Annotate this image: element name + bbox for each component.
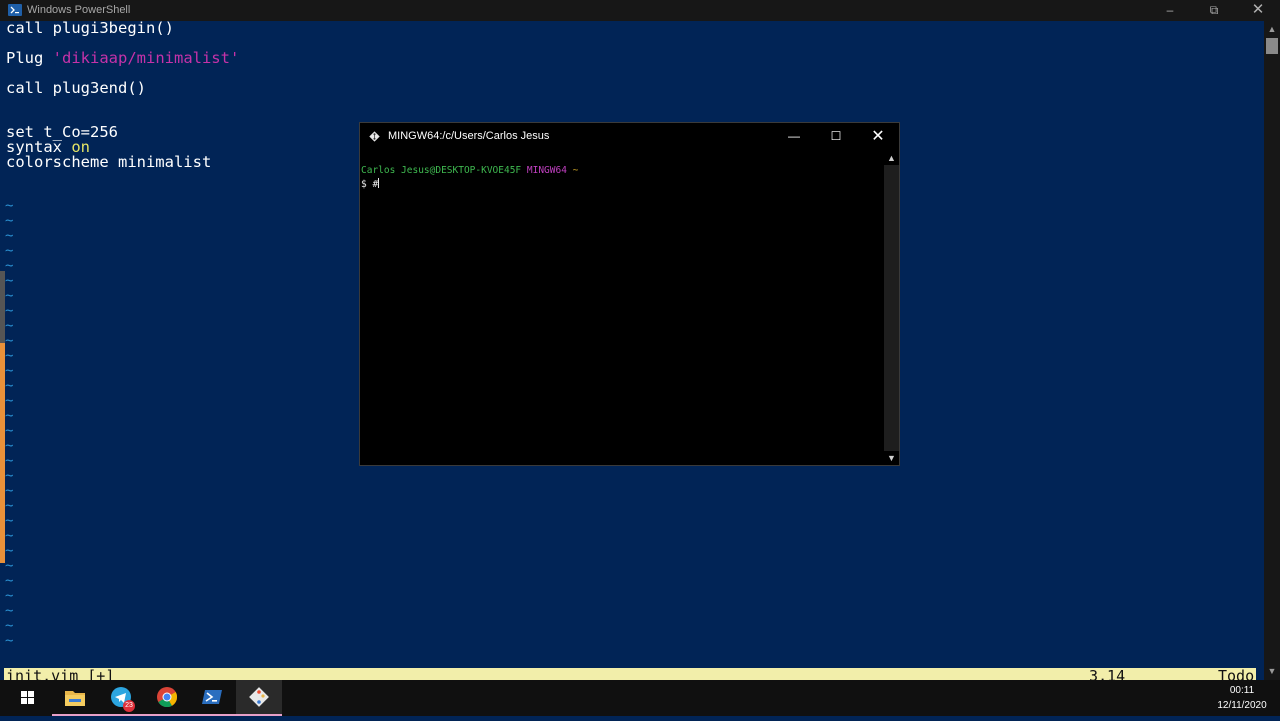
git-icon — [369, 131, 380, 142]
minimize-button[interactable]: — — [773, 123, 815, 151]
tilde-marker: ~ — [5, 468, 14, 484]
tilde-marker: ~ — [5, 363, 14, 379]
status-scroll-position: Todo — [1218, 667, 1255, 681]
prompt-system: MINGW64 — [526, 165, 567, 176]
tilde-marker: ~ — [5, 543, 14, 559]
restore-button[interactable]: ⧉ — [1192, 0, 1236, 21]
command-input[interactable]: $ # — [361, 178, 380, 191]
tilde-marker: ~ — [5, 633, 14, 649]
clock-time: 00:11 — [1229, 685, 1255, 696]
vim-statusline: init.vim [+] 3,14 Todo — [4, 668, 1256, 680]
tilde-marker: ~ — [5, 423, 14, 439]
start-button[interactable] — [4, 680, 50, 716]
tilde-marker: ~ — [5, 303, 14, 319]
tilde-marker: ~ — [5, 498, 14, 514]
text-cursor — [378, 178, 380, 188]
notification-badge: 23 — [123, 700, 135, 712]
tilde-marker: ~ — [5, 618, 14, 634]
code-line-6: colorscheme minimalist — [6, 153, 212, 171]
taskbar-file-explorer[interactable] — [52, 680, 98, 716]
taskbar-git-bash[interactable] — [236, 680, 282, 716]
mingw-window[interactable]: MINGW64:/c/Users/Carlos Jesus — ☐ ✕ Carl… — [359, 122, 900, 466]
scroll-up-arrow-icon[interactable]: ▲ — [884, 151, 899, 165]
clock-date: 12/11/2020 — [1217, 700, 1267, 711]
folder-icon — [65, 691, 85, 706]
tilde-marker: ~ — [5, 513, 14, 529]
bash-prompt: Carlos Jesus@DESKTOP-KVOE45F MINGW64 ~ — [361, 164, 578, 177]
telegram-icon — [111, 687, 131, 707]
tilde-marker: ~ — [5, 333, 14, 349]
status-cursor-position: 3,14 — [1089, 667, 1126, 681]
tilde-marker: ~ — [5, 603, 14, 619]
tilde-marker: ~ — [5, 288, 14, 304]
tilde-marker: ~ — [5, 378, 14, 394]
mingw-scrollbar[interactable]: ▲ ▼ — [884, 151, 899, 465]
prompt-path: ~ — [572, 165, 579, 176]
taskbar-telegram[interactable]: 23 — [98, 680, 144, 716]
code-line-3: call plug3end() — [6, 79, 146, 97]
status-filename: init.vim [+] — [6, 667, 115, 681]
mingw-title: MINGW64:/c/Users/Carlos Jesus — [388, 130, 550, 142]
tilde-marker: ~ — [5, 243, 14, 259]
tilde-marker: ~ — [5, 393, 14, 409]
tilde-marker: ~ — [5, 573, 14, 589]
tilde-marker: ~ — [5, 213, 14, 229]
mingw-titlebar[interactable]: MINGW64:/c/Users/Carlos Jesus — ☐ ✕ — [360, 123, 899, 151]
git-icon — [249, 687, 269, 707]
prompt-user-host: Carlos Jesus@DESKTOP-KVOE45F — [361, 165, 522, 176]
code-plug-keyword: Plug — [6, 49, 53, 67]
tilde-marker: ~ — [5, 483, 14, 499]
close-button[interactable]: ✕ — [1236, 0, 1280, 21]
tilde-marker: ~ — [5, 348, 14, 364]
mingw-terminal[interactable]: Carlos Jesus@DESKTOP-KVOE45F MINGW64 ~ $… — [360, 151, 884, 465]
scroll-up-arrow-icon[interactable]: ▲ — [1264, 21, 1280, 37]
tilde-marker: ~ — [5, 228, 14, 244]
maximize-button[interactable]: ☐ — [815, 123, 857, 151]
tilde-marker: ~ — [5, 198, 14, 214]
tilde-marker: ~ — [5, 438, 14, 454]
code-line-1: call plugi3begin() — [6, 19, 174, 37]
tilde-marker: ~ — [5, 408, 14, 424]
tilde-marker: ~ — [5, 318, 14, 334]
windows-icon — [21, 691, 34, 704]
scroll-down-arrow-icon[interactable]: ▼ — [884, 451, 899, 465]
close-button[interactable]: ✕ — [857, 123, 899, 151]
taskbar-powershell[interactable] — [190, 680, 236, 716]
powershell-title: Windows PowerShell — [27, 4, 131, 16]
scrollbar-thumb[interactable] — [1266, 38, 1278, 54]
scrollbar-track[interactable] — [884, 165, 899, 451]
taskbar-chrome[interactable] — [144, 680, 190, 716]
powershell-icon — [8, 4, 22, 16]
tilde-marker: ~ — [5, 528, 14, 544]
tilde-marker: ~ — [5, 258, 14, 274]
chrome-icon — [157, 687, 178, 708]
minimize-button[interactable]: – — [1148, 0, 1192, 21]
powershell-icon — [202, 690, 222, 704]
tilde-marker: ~ — [5, 558, 14, 574]
powershell-titlebar[interactable]: Windows PowerShell – ⧉ ✕ — [0, 0, 1280, 21]
code-string: 'dikiaap/minimalist' — [52, 49, 240, 67]
scroll-down-arrow-icon[interactable]: ▼ — [1264, 663, 1280, 679]
taskbar: 23 00:11 12/11/2020 — [0, 680, 1280, 716]
tilde-marker: ~ — [5, 453, 14, 469]
code-line-2: Plug 'dikiaap/minimalist' — [6, 49, 240, 67]
powershell-scrollbar[interactable]: ▲ ▼ — [1264, 21, 1280, 680]
tilde-marker: ~ — [5, 273, 14, 289]
command-text: $ # — [361, 179, 379, 190]
system-clock[interactable]: 00:11 12/11/2020 — [1206, 683, 1278, 713]
tilde-marker: ~ — [5, 588, 14, 604]
